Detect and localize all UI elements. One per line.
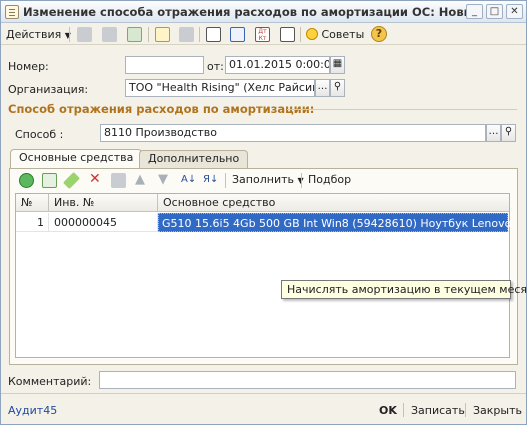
tooltip: Начислять амортизацию в текущем месяце — [281, 280, 527, 299]
method-label: Способ : — [15, 128, 64, 141]
minimize-button[interactable]: _ — [466, 4, 483, 19]
column-header-number[interactable]: № — [16, 194, 49, 212]
method-field[interactable]: 8110 Производство — [100, 124, 486, 142]
select-button[interactable]: … — [486, 124, 501, 142]
dtkt-icon[interactable]: Дт Кт — [255, 27, 270, 42]
advice-label: Советы — [321, 28, 365, 41]
close-form-button[interactable]: Закрыть — [473, 404, 522, 417]
structure-icon[interactable] — [230, 27, 245, 42]
column-header-inv[interactable]: Инв. № — [49, 194, 158, 212]
sort-asc-icon[interactable]: A↓ — [181, 171, 196, 188]
lightbulb-icon — [306, 28, 318, 40]
ok-button[interactable]: OK — [379, 404, 397, 417]
org-label: Организация: — [8, 83, 89, 96]
copy-row-icon[interactable] — [42, 173, 57, 188]
toolbar-separator — [225, 173, 226, 188]
post-icon[interactable] — [179, 27, 194, 42]
window-title: Изменение способа отражения расходов по … — [23, 5, 493, 19]
table-header: № Инв. № Основное средство — [16, 194, 509, 212]
fill-menu-label: Заполнить — [232, 173, 294, 186]
add-row-icon[interactable] — [19, 173, 34, 188]
maximize-button[interactable]: □ — [486, 4, 503, 19]
toolbar-separator — [300, 27, 301, 42]
main-toolbar: Действия ▼ Дт Кт Советы ? — [1, 24, 526, 45]
title-bar: Изменение способа отражения расходов по … — [1, 1, 526, 23]
section-title: Способ отражения расходов по амортизации… — [8, 102, 315, 116]
search-icon[interactable]: ⚲ — [501, 124, 516, 142]
date-label: от: — [207, 60, 224, 73]
list-icon[interactable] — [206, 27, 221, 42]
section-divider — [287, 109, 517, 110]
select-button[interactable]: … — [315, 79, 330, 97]
actions-menu[interactable]: Действия ▼ — [6, 26, 71, 43]
close-button[interactable]: ✕ — [506, 4, 523, 19]
document-icon — [5, 5, 19, 19]
org-field[interactable]: ТОО "Health Rising" (Хелс Райсинг) — [125, 79, 315, 97]
advice-button[interactable]: Советы — [306, 26, 364, 43]
footer-divider — [1, 393, 526, 394]
table-row[interactable]: 1 000000045 G510 15.6i5 4Gb 500 GB Int W… — [16, 213, 511, 232]
search-icon[interactable]: ⚲ — [330, 79, 345, 97]
select-items-button[interactable]: Подбор — [308, 171, 351, 188]
document-window: Изменение способа отражения расходов по … — [0, 0, 527, 425]
save-button[interactable]: Записать — [411, 404, 465, 417]
toolbar-separator — [301, 173, 302, 188]
row-asset[interactable]: G510 15.6i5 4Gb 500 GB Int Win8 (5942861… — [158, 213, 511, 232]
add-new-icon[interactable] — [127, 27, 142, 42]
save-doc-icon[interactable] — [155, 27, 170, 42]
comment-field[interactable] — [99, 371, 516, 389]
help-button[interactable]: ? — [371, 26, 387, 42]
move-down-icon[interactable]: ▼ — [158, 171, 168, 188]
tab-fixed-assets[interactable]: Основные средства — [10, 149, 143, 169]
toolbar-separator — [69, 27, 70, 42]
tab-additional[interactable]: Дополнительно — [139, 150, 249, 168]
audit-link[interactable]: Аудит45 — [8, 404, 57, 417]
sort-desc-icon[interactable]: Я↓ — [203, 171, 218, 188]
number-field[interactable] — [125, 56, 204, 74]
move-up-icon[interactable]: ▲ — [135, 171, 145, 188]
calendar-icon[interactable]: ▦ — [330, 56, 345, 74]
toolbar-separator — [148, 27, 149, 42]
footer-separator — [403, 403, 404, 417]
column-header-asset[interactable]: Основное средство — [158, 194, 509, 212]
footer-separator — [465, 403, 466, 417]
actions-menu-label: Действия — [6, 28, 62, 41]
date-field[interactable]: 01.01.2015 0:00:00 — [225, 56, 330, 74]
row-inventory-number: 000000045 — [49, 213, 158, 232]
comment-label: Комментарий: — [8, 375, 92, 388]
report-icon[interactable] — [280, 27, 295, 42]
add-icon[interactable] — [77, 27, 92, 42]
fill-menu[interactable]: Заполнить ▼ — [232, 171, 304, 188]
row-number: 1 — [16, 213, 49, 232]
toolbar-separator — [199, 27, 200, 42]
number-label: Номер: — [8, 60, 49, 73]
copy-icon[interactable] — [102, 27, 117, 42]
finish-edit-icon[interactable] — [111, 173, 126, 188]
delete-icon[interactable]: ✕ — [89, 171, 101, 188]
assets-table[interactable]: № Инв. № Основное средство 1 000000045 G… — [15, 193, 511, 358]
